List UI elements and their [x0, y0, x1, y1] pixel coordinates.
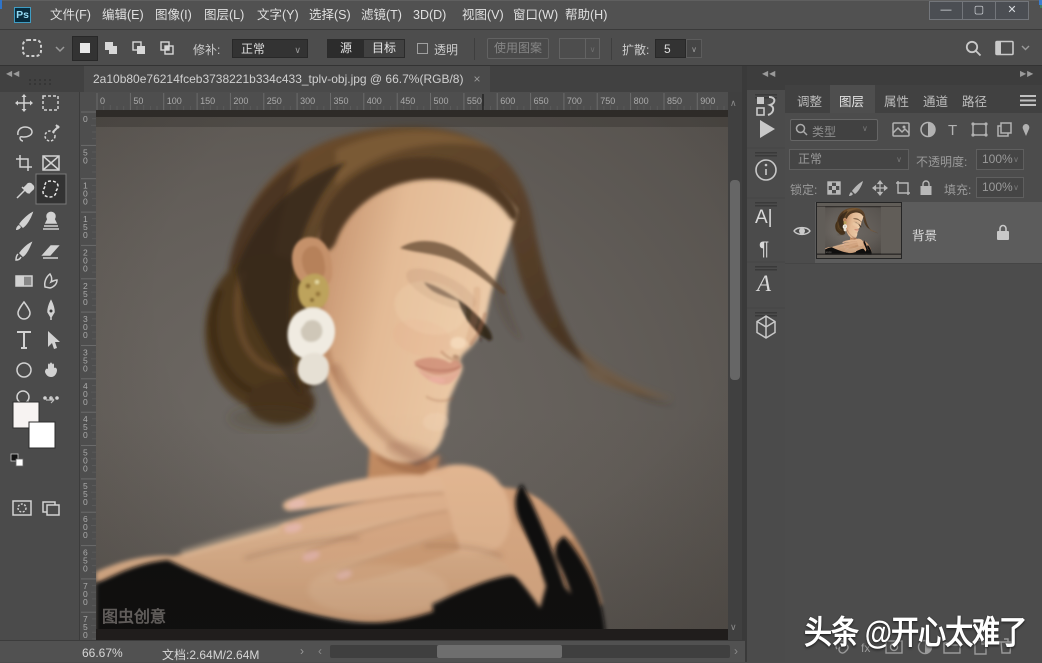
svg-text:300: 300: [300, 96, 315, 106]
svg-text:0: 0: [83, 263, 88, 273]
svg-text:350: 350: [334, 96, 349, 106]
svg-text:0: 0: [83, 430, 88, 440]
svg-text:A|: A|: [755, 207, 773, 228]
svg-text:200: 200: [233, 96, 248, 106]
svg-text:0: 0: [83, 364, 88, 374]
svg-text:850: 850: [667, 96, 682, 106]
svg-text:0: 0: [83, 597, 88, 607]
svg-text:0: 0: [83, 330, 88, 340]
svg-text:0: 0: [83, 114, 88, 124]
svg-text:0: 0: [83, 530, 88, 540]
svg-text:450: 450: [400, 96, 415, 106]
svg-text:900: 900: [700, 96, 715, 106]
svg-text:600: 600: [500, 96, 515, 106]
svg-text:50: 50: [133, 96, 143, 106]
svg-text:250: 250: [267, 96, 282, 106]
svg-text:0: 0: [83, 155, 88, 165]
svg-text:T: T: [948, 122, 957, 139]
svg-text:0: 0: [83, 464, 88, 474]
svg-text:0: 0: [83, 630, 88, 640]
svg-text:150: 150: [200, 96, 215, 106]
svg-text:650: 650: [534, 96, 549, 106]
svg-text:¶: ¶: [759, 239, 769, 260]
svg-text:0: 0: [83, 230, 88, 240]
svg-text:0: 0: [100, 96, 105, 106]
svg-text:500: 500: [434, 96, 449, 106]
svg-text:A: A: [755, 271, 772, 296]
svg-text:800: 800: [634, 96, 649, 106]
svg-text:0: 0: [83, 397, 88, 407]
svg-text:0: 0: [83, 497, 88, 507]
svg-text:0: 0: [83, 564, 88, 574]
svg-text:700: 700: [567, 96, 582, 106]
svg-text:750: 750: [600, 96, 615, 106]
svg-text:550: 550: [467, 96, 482, 106]
svg-text:100: 100: [167, 96, 182, 106]
svg-text:0: 0: [83, 197, 88, 207]
svg-text:400: 400: [367, 96, 382, 106]
svg-text:0: 0: [83, 297, 88, 307]
